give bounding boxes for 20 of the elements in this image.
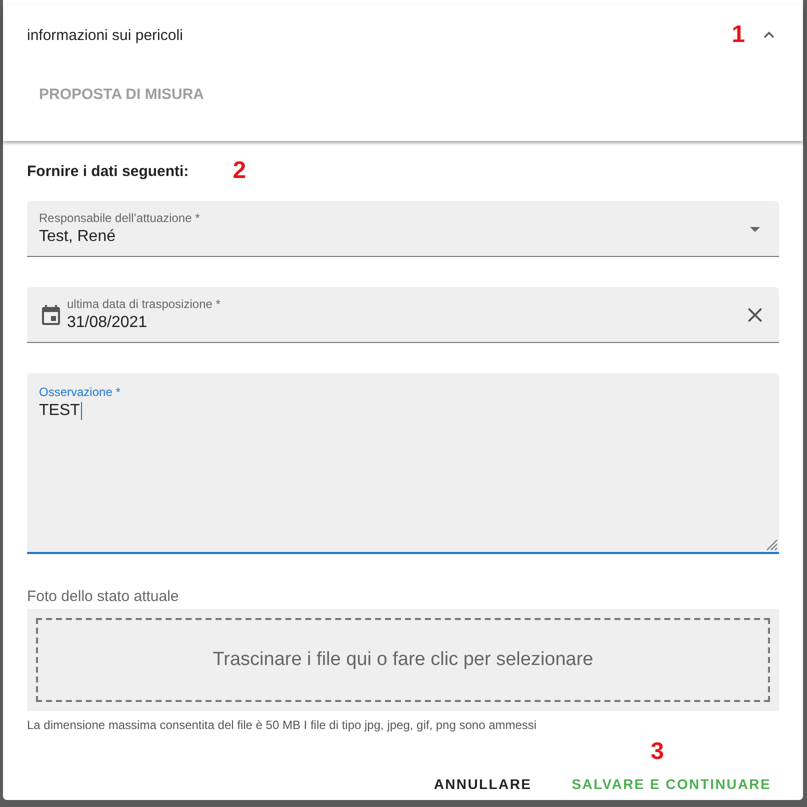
date-field[interactable]: ultima data di trasposizione * 31/08/2021 (27, 287, 779, 343)
upload-label: Foto dello stato attuale (27, 588, 180, 605)
upload-hint: La dimensione massima consentita del file è 50 MB I file di tipo jpg, jpeg, gif, png sono ammessi (27, 718, 538, 732)
field-label: Responsabile dell’attuazione * (39, 211, 201, 225)
panel-title: informazioni sui pericoli (27, 26, 184, 44)
annotation-number: 1 (732, 23, 745, 47)
field-label: Osservazione * (39, 385, 122, 399)
resize-handle-icon[interactable] (764, 537, 778, 551)
select-field[interactable]: Responsabile dell’attuazione * Test, René (27, 201, 779, 257)
cancel-button[interactable]: ANNULLARE (426, 768, 540, 800)
field-value: 31/08/2021 (67, 314, 148, 332)
field-value: TEST (39, 402, 83, 420)
field-label: ultima data di trasposizione * (67, 297, 222, 311)
calendar-icon (39, 302, 63, 326)
annotation-number: 3 (650, 740, 664, 764)
textarea-field[interactable]: Osservazione * TEST (27, 373, 779, 554)
file-drop-zone[interactable]: Trascinare i file qui o fare clic per selezionare (36, 618, 770, 702)
annotation-number: 2 (232, 159, 246, 183)
form-heading: Fornire i dati seguenti: (27, 162, 189, 180)
field-value: Test, René (39, 228, 116, 246)
